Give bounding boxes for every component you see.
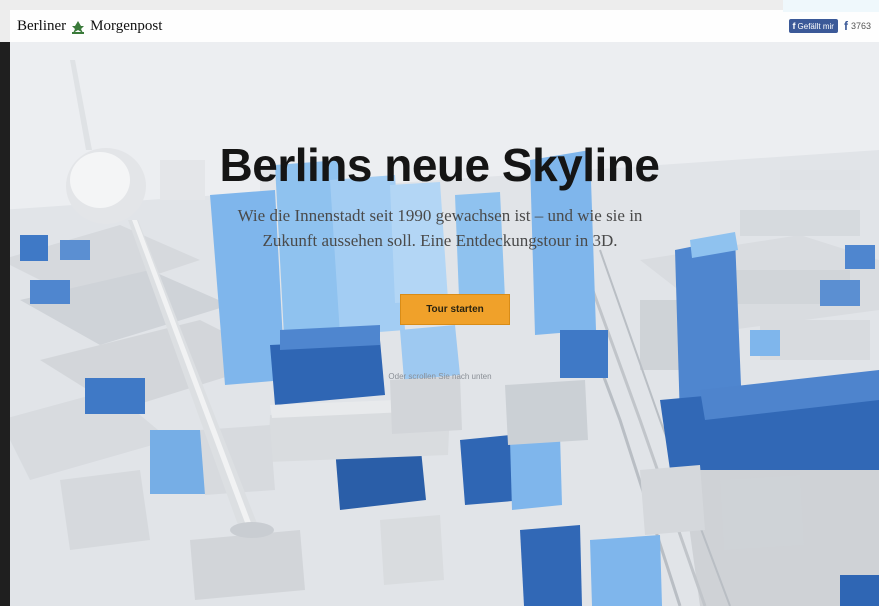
site-logo[interactable]: Berliner Morgenpost: [17, 18, 162, 35]
facebook-share-count[interactable]: f 3763: [844, 19, 871, 33]
facebook-icon: f: [792, 21, 796, 31]
page-frame: Berliner Morgenpost f Gefällt mir f 3763…: [0, 0, 879, 606]
bear-emblem-icon: [72, 20, 85, 34]
logo-text-berliner: Berliner: [17, 18, 67, 34]
facebook-share: f Gefällt mir f 3763: [788, 19, 871, 33]
facebook-count-value: 3763: [850, 21, 871, 31]
page-subtitle: Wie die Innenstadt seit 1990 gewachsen i…: [237, 206, 643, 250]
facebook-like-label: Gefällt mir: [797, 21, 834, 31]
facebook-like-button[interactable]: f Gefällt mir: [788, 19, 838, 33]
logo-text-morgenpost: Morgenpost: [90, 18, 163, 34]
left-border: [0, 0, 10, 606]
facebook-f-icon: f: [843, 19, 848, 33]
scroll-hint: Oder scrollen Sie nach unten: [388, 372, 492, 381]
tour-start-button[interactable]: Tour starten: [400, 294, 510, 325]
page-title: Berlins neue Skyline: [219, 139, 660, 191]
